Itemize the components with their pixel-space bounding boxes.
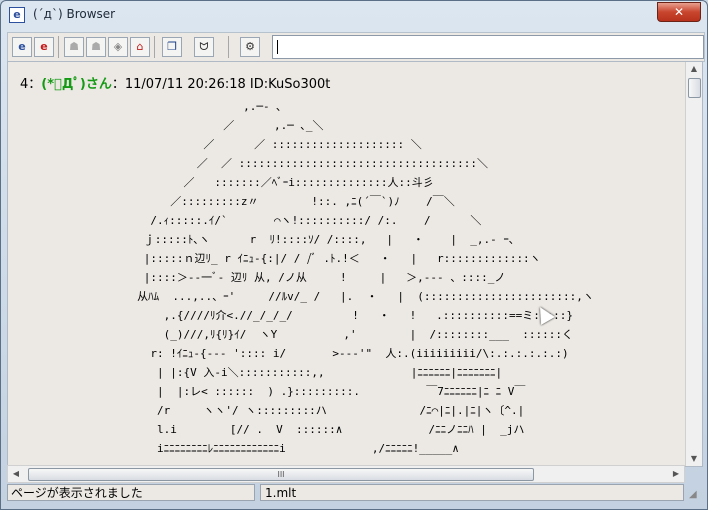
copy-icon[interactable]: ❐ (162, 37, 182, 57)
scroll-up-arrow-icon[interactable]: ▲ (686, 62, 702, 76)
text-caret (277, 40, 278, 54)
title-bar[interactable]: e (´д`) Browser ✕ (1, 1, 707, 29)
status-bar: ページが表示されました 1.mlt ◢ (7, 484, 703, 503)
face-icon[interactable]: ᗢ (194, 37, 214, 57)
post-date-id: ：11/07/11 20:26:18 ID:KuSo300t (111, 77, 331, 92)
status-file: 1.mlt (260, 484, 684, 501)
up-icon[interactable]: ◈ (108, 37, 128, 57)
forward-icon[interactable]: ☗ (86, 37, 106, 57)
back-icon[interactable]: ☗ (64, 37, 84, 57)
post-separator: ： (28, 77, 42, 92)
ascii-art: ,.─‐ ､ ／ ,.─ ､_＼ ／ ／ :::::::::::::::::::… (137, 100, 594, 455)
horizontal-scrollbar[interactable]: ◀ III ▶ (7, 465, 685, 483)
toolbar: e e ☗ ☗ ◈ ⌂ ❐ ᗢ ⚙ (7, 32, 705, 62)
open-red-icon[interactable]: e (34, 37, 54, 57)
post-author: (*ﾟДﾟ)さん (41, 77, 112, 92)
address-input[interactable] (272, 35, 704, 59)
toolbar-separator (58, 36, 59, 58)
scroll-left-arrow-icon[interactable]: ◀ (8, 466, 24, 482)
open-icon[interactable]: e (12, 37, 32, 57)
horizontal-scroll-thumb[interactable]: III (28, 468, 534, 481)
home-icon[interactable]: ⌂ (130, 37, 150, 57)
toolbar-separator (228, 36, 229, 58)
content-pane[interactable]: 4：(*ﾟДﾟ)さん：11/07/11 20:26:18 ID:KuSo300t… (7, 61, 703, 467)
window-title: (´д`) Browser (33, 7, 116, 21)
browser-window: e (´д`) Browser ✕ e e ☗ ☗ ◈ ⌂ ❐ ᗢ ⚙ 4：(*… (0, 0, 708, 510)
toolbar-separator (154, 36, 155, 58)
post-header: 4：(*ﾟДﾟ)さん：11/07/11 20:26:18 ID:KuSo300t (20, 73, 330, 92)
vertical-scroll-thumb[interactable] (688, 78, 701, 98)
status-message: ページが表示されました (7, 484, 255, 501)
scroll-down-arrow-icon[interactable]: ▼ (686, 452, 702, 466)
vertical-scrollbar[interactable]: ▲ ▼ (685, 62, 702, 466)
settings-icon[interactable]: ⚙ (240, 37, 260, 57)
close-button[interactable]: ✕ (657, 2, 701, 22)
scroll-right-arrow-icon[interactable]: ▶ (668, 466, 684, 482)
resize-grip-icon[interactable]: ◢ (689, 489, 701, 501)
app-icon: e (9, 7, 25, 23)
